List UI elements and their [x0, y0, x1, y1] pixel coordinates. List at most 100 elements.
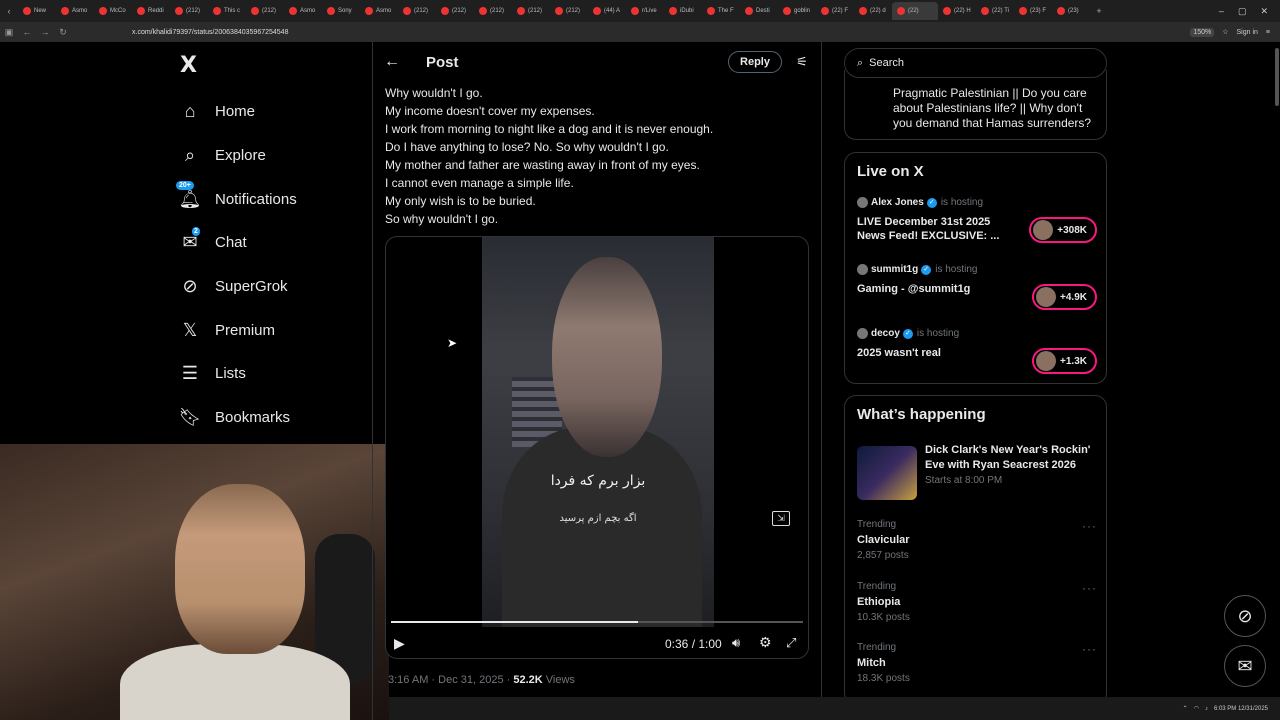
previous-card-text[interactable]: Pragmatic Palestinian || Do you care abo… [893, 86, 1098, 131]
browser-tab[interactable]: Asmo [284, 2, 322, 20]
trend-item[interactable]: Trending Ethiopia 10.3K posts ··· [857, 581, 1097, 623]
speaker-icon[interactable]: ♪ [1205, 706, 1208, 712]
browser-tab[interactable]: r/Live [626, 2, 664, 20]
tray-chevron-icon[interactable]: ⌃ [1183, 705, 1188, 712]
browser-tab[interactable]: iDubi [664, 2, 702, 20]
browser-tab[interactable]: (212) [550, 2, 588, 20]
trend-item[interactable]: Trending Clavicular 2,857 posts ··· [857, 519, 1097, 561]
close-icon[interactable]: ✕ [1260, 6, 1268, 17]
sidebar-item-notifications[interactable]: 🔔︎ 20+ Notifications [176, 177, 297, 221]
post-line: So why wouldn't I go. [385, 212, 499, 226]
live-host-name: decoy [871, 328, 900, 339]
live-item[interactable]: Alex Jones ✓ is hosting LIVE December 31… [857, 197, 1097, 243]
clock[interactable]: 6:03 PM 12/31/2025 [1214, 706, 1268, 712]
post-timestamp[interactable]: 3:16 AM · Dec 31, 2025 · [388, 674, 513, 686]
x-icon: 𝕏 [182, 319, 198, 340]
browser-tab[interactable]: (212) [170, 2, 208, 20]
browser-tab[interactable]: (22) d [854, 2, 892, 20]
grok-float-button[interactable]: ⊘ [1224, 595, 1266, 637]
sidebar-item-home[interactable]: ⌂ Home [178, 90, 297, 134]
scrollbar-track[interactable] [1273, 42, 1280, 720]
live-title: Gaming - @summit1g [857, 283, 971, 295]
more-icon[interactable]: ··· [1082, 581, 1097, 595]
reload-icon[interactable]: ↻ [54, 27, 72, 38]
browser-tab[interactable]: (23) F [1014, 2, 1052, 20]
tab-favicon-icon [289, 7, 297, 15]
browser-tab[interactable]: (44) A [588, 2, 626, 20]
wifi-icon[interactable]: ◠ [1194, 705, 1199, 712]
clock-date: 12/31/2025 [1237, 705, 1268, 712]
browser-tab[interactable]: (22) H [938, 2, 976, 20]
zoom-level[interactable]: 150% [1190, 27, 1215, 37]
live-item[interactable]: summit1g ✓ is hosting Gaming - @summit1g… [857, 264, 1097, 310]
forward-icon[interactable]: → [36, 27, 54, 37]
column-divider [372, 42, 373, 720]
tab-favicon-icon [669, 7, 677, 15]
browser-tab[interactable]: (212) [398, 2, 436, 20]
page-title: Post [426, 53, 459, 71]
browser-tab[interactable]: (23) [1052, 2, 1090, 20]
avatar [857, 197, 868, 208]
search-icon: ⌕ [184, 145, 196, 166]
sidebar-item-premium[interactable]: 𝕏 Premium [178, 308, 297, 352]
browser-tab[interactable]: (212) [436, 2, 474, 20]
browser-tab[interactable]: goblin [778, 2, 816, 20]
browser-tab[interactable]: This c [208, 2, 246, 20]
reply-button[interactable]: Reply [728, 51, 782, 73]
sidebar-item-bookmarks[interactable]: 🔖︎ Bookmarks [178, 396, 297, 440]
live-item[interactable]: decoy ✓ is hosting 2025 wasn't real +1.3… [857, 328, 1097, 374]
play-icon[interactable]: ▶ [394, 635, 408, 651]
event-thumbnail[interactable] [857, 446, 917, 500]
video-progress-bar[interactable] [391, 621, 803, 623]
sidebar-toggle-icon[interactable]: ▣ [0, 27, 18, 38]
minimize-icon[interactable]: – [1219, 6, 1224, 17]
x-logo[interactable]: X [180, 53, 197, 78]
live-status: is hosting [940, 197, 984, 208]
event-title[interactable]: Dick Clark's New Year's Rockin' Eve with… [925, 443, 1100, 473]
browser-tab[interactable]: Sony [322, 2, 360, 20]
back-arrow-icon[interactable]: ← [384, 53, 402, 71]
browser-tab[interactable]: (212) [246, 2, 284, 20]
live-count-badge[interactable]: +4.9K [1032, 284, 1097, 310]
gear-icon[interactable]: ⚙ [759, 634, 772, 651]
browser-tab-active[interactable]: (22) [892, 2, 938, 20]
sidebar-item-supergrok[interactable]: ⊘ SuperGrok [178, 265, 297, 309]
browser-tab[interactable]: (22) F [816, 2, 854, 20]
tab-list-icon[interactable]: ‹ [0, 6, 18, 16]
star-icon[interactable]: ☆ [1222, 28, 1228, 36]
browser-tab[interactable]: Reddi [132, 2, 170, 20]
browser-tab[interactable]: New [18, 2, 56, 20]
tab-favicon-icon [897, 7, 905, 15]
live-count-badge[interactable]: +308K [1029, 217, 1097, 243]
more-icon[interactable]: ··· [1082, 642, 1097, 656]
browser-tab[interactable]: Desti [740, 2, 778, 20]
sidebar-item-lists[interactable]: ☰ Lists [178, 352, 297, 396]
browser-tab[interactable]: Asmo [360, 2, 398, 20]
trend-item[interactable]: Trending Mitch 18.3K posts ··· [857, 642, 1097, 684]
browser-tab[interactable]: (212) [474, 2, 512, 20]
back-icon[interactable]: ← [18, 27, 36, 37]
sign-in-button[interactable]: Sign in [1237, 29, 1258, 36]
scrollbar-thumb[interactable] [1275, 48, 1279, 106]
browser-tab[interactable]: The F [702, 2, 740, 20]
video-player[interactable]: بزار برم که فردا اگه بچم ازم پرسید ⇲ ▶ 0… [385, 236, 809, 659]
messages-float-button[interactable]: ✉ [1224, 645, 1266, 687]
volume-icon[interactable]: 🔊︎ [732, 635, 740, 651]
live-count-badge[interactable]: +1.3K [1032, 348, 1097, 374]
picture-in-picture-icon[interactable]: ⇲ [772, 511, 790, 526]
browser-tab[interactable]: Asmo [56, 2, 94, 20]
menu-icon[interactable]: ≡ [1266, 29, 1270, 36]
new-tab-icon[interactable]: + [1090, 6, 1108, 16]
sidebar-item-explore[interactable]: ⌕ Explore [178, 134, 297, 178]
maximize-icon[interactable]: ▢ [1238, 6, 1247, 17]
fullscreen-icon[interactable]: ⤢ [786, 635, 796, 651]
search-placeholder: Search [869, 57, 905, 69]
more-icon[interactable]: ··· [1082, 519, 1097, 533]
filter-icon[interactable]: ⚟ [794, 54, 810, 70]
sidebar-item-chat[interactable]: ✉ 2 Chat [178, 221, 297, 265]
chat-badge: 2 [192, 227, 200, 237]
browser-tab[interactable]: (212) [512, 2, 550, 20]
url-field[interactable]: x.com/khalidi79397/status/20063840359672… [132, 29, 288, 36]
browser-tab[interactable]: (22) Ti [976, 2, 1014, 20]
browser-tab[interactable]: McCo [94, 2, 132, 20]
